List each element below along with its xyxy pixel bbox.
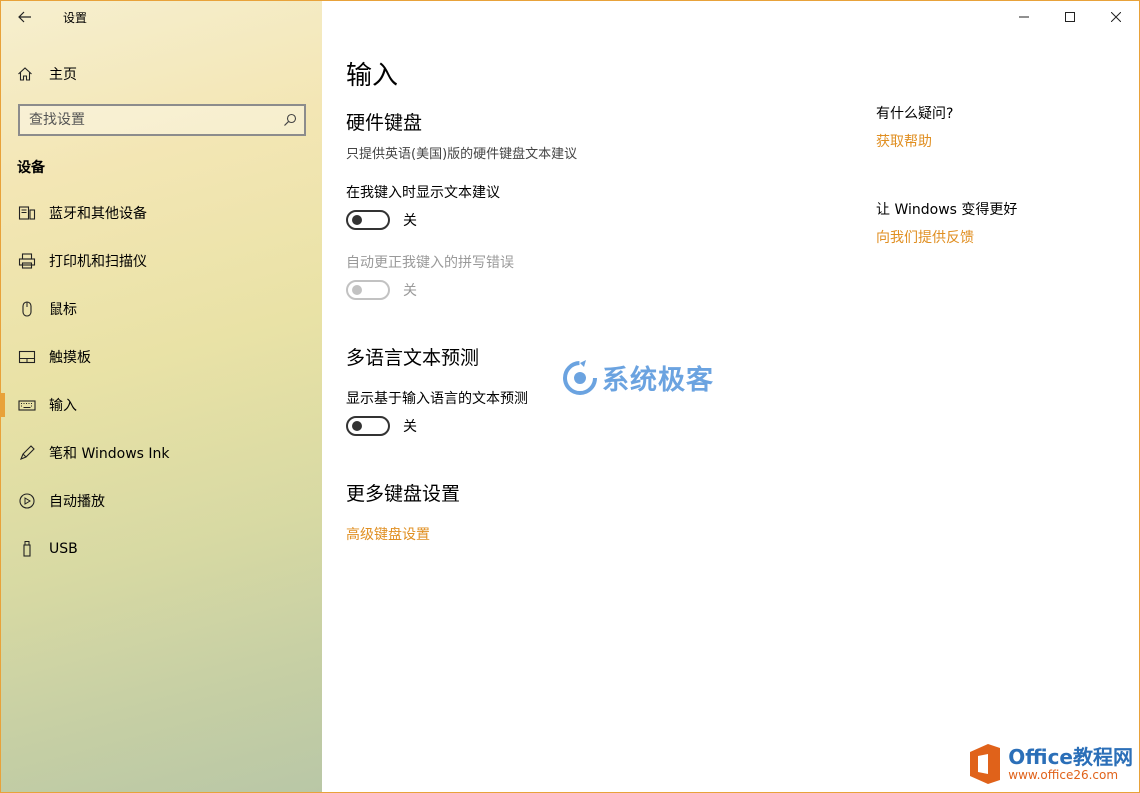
help-question: 有什么疑问? bbox=[876, 106, 954, 122]
sidebar-item-bluetooth[interactable]: 蓝牙和其他设备 bbox=[1, 189, 322, 237]
window-controls bbox=[1001, 1, 1139, 33]
sidebar-item-label: 蓝牙和其他设备 bbox=[49, 206, 147, 222]
home-icon bbox=[17, 66, 33, 82]
search-box[interactable] bbox=[18, 104, 306, 136]
home-label: 主页 bbox=[49, 67, 77, 83]
printer-icon bbox=[18, 252, 36, 270]
sidebar-item-autoplay[interactable]: 自动播放 bbox=[1, 477, 322, 525]
toggle-switch[interactable] bbox=[346, 210, 390, 230]
watermark-center-text: 系统极客 bbox=[602, 365, 714, 396]
sidebar-item-label: 自动播放 bbox=[49, 494, 105, 510]
settings-window: 设置 主页 设备 蓝牙和其他设备 打印机和扫描仪 bbox=[0, 0, 1140, 793]
pen-icon bbox=[18, 444, 36, 462]
sidebar-item-usb[interactable]: USB bbox=[1, 525, 322, 573]
sidebar-item-typing[interactable]: 输入 bbox=[1, 381, 322, 429]
main-content: 输入 硬件键盘 只提供英语(美国)版的硬件键盘文本建议 在我键入时显示文本建议 … bbox=[322, 1, 1139, 792]
office-logo-icon bbox=[970, 744, 1001, 784]
search-icon[interactable] bbox=[283, 113, 297, 127]
sidebar-item-label: 笔和 Windows Ink bbox=[49, 446, 170, 462]
watermark-url: www.office26.com bbox=[1008, 768, 1119, 782]
close-icon bbox=[1111, 12, 1121, 22]
text-suggestions-toggle[interactable]: 关 bbox=[346, 210, 417, 230]
close-button[interactable] bbox=[1093, 1, 1139, 33]
watermark-center: 系统极客 bbox=[562, 358, 714, 397]
toggle-state: 关 bbox=[403, 419, 417, 435]
app-title: 设置 bbox=[63, 11, 88, 25]
watermark-brand: Office教程网 bbox=[1008, 745, 1133, 769]
sidebar-item-touchpad[interactable]: 触摸板 bbox=[1, 333, 322, 381]
toggle-switch-disabled bbox=[346, 280, 390, 300]
minimize-button[interactable] bbox=[1001, 1, 1047, 33]
autocorrect-label: 自动更正我键入的拼写错误 bbox=[346, 255, 514, 271]
hardware-keyboard-heading: 硬件键盘 bbox=[346, 112, 423, 134]
improve-windows-text: 让 Windows 变得更好 bbox=[876, 202, 1018, 218]
multilingual-predict-toggle[interactable]: 关 bbox=[346, 416, 417, 436]
sidebar-item-label: 输入 bbox=[49, 398, 77, 414]
back-arrow-icon bbox=[18, 11, 31, 23]
page-title: 输入 bbox=[346, 61, 399, 91]
toggle-state: 关 bbox=[403, 213, 417, 229]
advanced-keyboard-link[interactable]: 高级键盘设置 bbox=[346, 524, 430, 544]
more-keyboard-heading: 更多键盘设置 bbox=[346, 483, 461, 505]
sidebar-item-label: 鼠标 bbox=[49, 302, 77, 318]
back-button[interactable] bbox=[11, 4, 39, 30]
sidebar-item-mouse[interactable]: 鼠标 bbox=[1, 285, 322, 333]
toggle-switch[interactable] bbox=[346, 416, 390, 436]
title-bar: 设置 bbox=[1, 1, 322, 33]
sidebar-item-label: USB bbox=[49, 541, 78, 557]
touchpad-icon bbox=[18, 348, 36, 366]
multilingual-predict-label: 显示基于输入语言的文本预测 bbox=[346, 391, 528, 407]
multilingual-heading: 多语言文本预测 bbox=[346, 347, 480, 369]
maximize-button[interactable] bbox=[1047, 1, 1093, 33]
watermark-corner-text: Office教程网 www.office26.com bbox=[1008, 746, 1133, 782]
sidebar: 设置 主页 设备 蓝牙和其他设备 打印机和扫描仪 bbox=[1, 1, 322, 792]
keyboard-icon bbox=[18, 396, 36, 414]
section-title: 设备 bbox=[17, 160, 45, 176]
get-help-link[interactable]: 获取帮助 bbox=[876, 131, 932, 151]
text-suggestions-label: 在我键入时显示文本建议 bbox=[346, 185, 500, 201]
autoplay-icon bbox=[18, 492, 36, 510]
watermark-logo-icon bbox=[563, 359, 597, 395]
maximize-icon bbox=[1065, 12, 1075, 22]
sidebar-item-pen[interactable]: 笔和 Windows Ink bbox=[1, 429, 322, 477]
usb-icon bbox=[18, 540, 36, 558]
sidebar-nav: 蓝牙和其他设备 打印机和扫描仪 鼠标 触摸板 输入 笔和 Windows Ink… bbox=[1, 189, 322, 573]
sidebar-item-label: 触摸板 bbox=[49, 350, 91, 366]
autocorrect-toggle: 关 bbox=[346, 280, 417, 300]
sidebar-item-label: 打印机和扫描仪 bbox=[49, 254, 147, 270]
toggle-state: 关 bbox=[403, 283, 417, 299]
mouse-icon bbox=[18, 300, 36, 318]
sidebar-item-printers[interactable]: 打印机和扫描仪 bbox=[1, 237, 322, 285]
home-nav-item[interactable]: 主页 bbox=[17, 61, 77, 87]
give-feedback-link[interactable]: 向我们提供反馈 bbox=[876, 227, 974, 247]
hardware-keyboard-description: 只提供英语(美国)版的硬件键盘文本建议 bbox=[346, 147, 578, 162]
watermark-corner: Office教程网 www.office26.com bbox=[966, 742, 1133, 786]
minimize-icon bbox=[1019, 16, 1029, 18]
search-input[interactable] bbox=[29, 112, 279, 128]
bluetooth-devices-icon bbox=[18, 204, 36, 222]
